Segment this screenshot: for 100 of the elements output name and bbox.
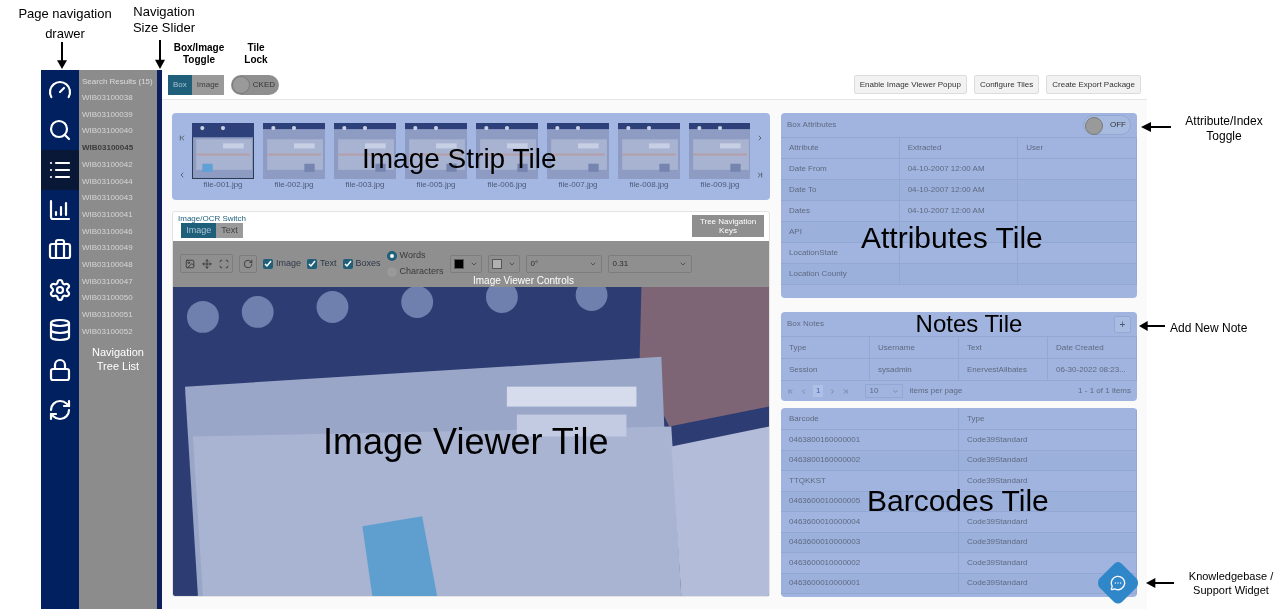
page-size-select[interactable]: 10 (865, 384, 904, 398)
pointer-arrow (155, 40, 165, 69)
tree-item[interactable]: WIB03100047 (82, 273, 154, 291)
gear-icon (48, 278, 72, 302)
file-name: file-009.jpg (700, 179, 740, 190)
toggle-option[interactable]: Text (216, 223, 243, 239)
chat-icon (1110, 575, 1126, 591)
table-cell: 0463600010000001 (781, 573, 959, 593)
table-cell: sysadmin (870, 359, 959, 380)
table-cell: 04-10-2007 12:00 AM (899, 180, 1019, 200)
results-header: Search Results (15) (82, 76, 154, 88)
checkbox[interactable] (342, 258, 353, 269)
table-cell: 0463800160000002 (781, 450, 959, 470)
tree-item[interactable]: WIB03100045 (82, 140, 154, 157)
pointer-arrow (1146, 578, 1174, 588)
support-widget-button[interactable] (1096, 561, 1140, 605)
toolbar-button[interactable]: Create Export Package (1046, 75, 1141, 94)
briefcase-icon (48, 238, 72, 262)
callout-label: Image Viewer Tile (323, 422, 609, 463)
image-icon (184, 258, 195, 269)
checkbox-label: Text (320, 257, 337, 271)
tree-item[interactable]: WIB03100046 (82, 223, 154, 241)
radio-button[interactable] (386, 250, 397, 261)
table-cell: EnervestAllbates (959, 359, 1048, 380)
callout-label: Tree Navigation Keys (698, 217, 758, 236)
toolbar-button[interactable]: Configure Tiles (973, 75, 1040, 94)
tree-item[interactable]: WIB03100042 (82, 156, 154, 174)
page-button[interactable]: 1 (813, 385, 824, 397)
table-cell: Code39Standard (959, 512, 1137, 532)
checkbox[interactable] (307, 258, 317, 269)
table-cell: Code39Standard (959, 430, 1137, 450)
table-cell: 06-30-2022 08:23... (1048, 359, 1137, 380)
radio-label: Characters (399, 265, 444, 279)
table-cell: Location County (781, 264, 900, 284)
column-header: Attribute (781, 138, 900, 158)
tree-item[interactable]: WIB03100050 (82, 290, 154, 308)
callout-label: Navigation Tree List (91, 344, 145, 373)
file-name: file-007.jpg (558, 179, 598, 190)
column-header: Type (959, 408, 1137, 429)
tree-item[interactable]: WIB03100041 (82, 206, 154, 224)
toggle-option[interactable]: Image (191, 74, 225, 95)
pointer-arrow (1139, 321, 1165, 331)
index-toggle[interactable]: OFF (1083, 115, 1131, 135)
table-cell: 0463800160000001 (781, 430, 959, 450)
radio-label: Words (399, 248, 426, 262)
table-cell: Date From (781, 159, 900, 179)
pager-label: items per page (909, 385, 963, 397)
tree-item[interactable]: WIB03100048 (82, 257, 154, 274)
column-header: Date Created (1048, 337, 1137, 358)
column-header: Text (959, 337, 1048, 358)
file-name: file-002.jpg (274, 179, 314, 190)
column-header: Extracted (899, 138, 1019, 158)
file-name: file-003.jpg (345, 179, 385, 190)
lock-switch[interactable]: CKED (231, 74, 280, 95)
previous-icon[interactable] (178, 171, 186, 179)
first-icon[interactable] (178, 134, 186, 142)
rotate-button[interactable] (239, 254, 257, 273)
resize-handle[interactable] (157, 70, 162, 609)
bar-chart-icon (48, 198, 72, 222)
toolbar-button[interactable]: Enable Image Viewer Popup (853, 75, 967, 94)
table-cell: 04-10-2007 12:00 AM (899, 159, 1019, 179)
search-icon (48, 118, 72, 142)
column-header: Barcode (781, 408, 959, 429)
refresh-icon (48, 398, 72, 422)
file-name: file-006.jpg (487, 179, 527, 190)
callout-label: Image Viewer Controls (473, 274, 574, 286)
callout-label: Attribute/Index Toggle (1184, 114, 1264, 144)
table-cell: Date To (781, 180, 900, 200)
last-icon[interactable] (756, 171, 764, 179)
nav-drawer-item[interactable] (41, 150, 79, 190)
checkbox[interactable] (263, 258, 273, 269)
tree-item[interactable]: WIB03100051 (82, 307, 154, 324)
checkbox-label: Boxes (355, 257, 381, 271)
pointer-arrow (57, 42, 67, 69)
color-select[interactable] (487, 254, 520, 273)
callout-label: Tile Lock (243, 42, 269, 66)
tree-item[interactable]: WIB03100049 (82, 240, 154, 258)
callout-label: Image/OCR Switch (178, 214, 247, 224)
tile-title: Box Attributes (787, 119, 837, 131)
tree-item[interactable]: WIB03100038 (82, 90, 154, 107)
next-icon[interactable] (756, 134, 764, 142)
checkbox-label: Image (276, 257, 301, 271)
file-name: file-001.jpg (203, 179, 243, 190)
toggle-option[interactable]: Image (181, 223, 217, 239)
tree-item[interactable]: WIB03100044 (82, 173, 154, 191)
zoom-select[interactable]: 0.31 (607, 254, 692, 273)
column-header: User (1018, 138, 1137, 158)
tree-item[interactable]: WIB03100043 (82, 190, 154, 207)
table-cell: Dates (781, 201, 900, 221)
callout-label: Box/Image Toggle (172, 42, 226, 66)
callout-label: Image Strip Tile (362, 145, 557, 173)
tree-item[interactable]: WIB03100039 (82, 106, 154, 124)
rotation-select[interactable]: 0° (525, 254, 602, 273)
tree-item[interactable]: WIB03100040 (82, 123, 154, 141)
add-note-button[interactable]: + (1114, 315, 1131, 333)
color-select[interactable] (449, 254, 482, 273)
database-icon (48, 318, 72, 342)
table-cell: Code39Standard (959, 450, 1137, 470)
tree-item[interactable]: WIB03100052 (82, 323, 154, 341)
toggle-option[interactable]: Box (168, 74, 192, 95)
